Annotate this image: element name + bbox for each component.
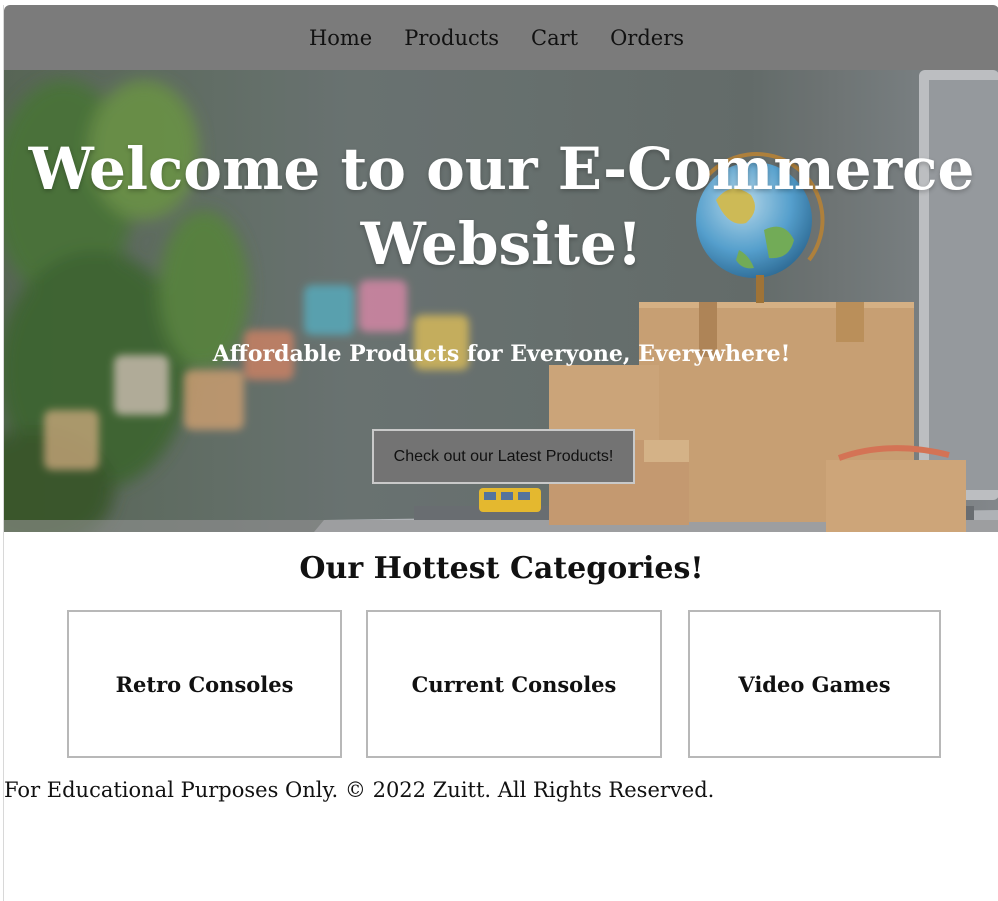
page: Home Products Cart Orders Welcome to our… (3, 5, 998, 901)
top-navbar: Home Products Cart Orders (4, 5, 998, 70)
categories-heading: Our Hottest Categories! (299, 551, 704, 586)
hero-subtitle: Affordable Products for Everyone, Everyw… (212, 341, 791, 367)
nav-link-orders[interactable]: Orders (610, 26, 684, 50)
nav-link-cart[interactable]: Cart (531, 26, 578, 50)
category-label: Current Consoles (411, 671, 617, 697)
nav-link-home[interactable]: Home (309, 26, 372, 50)
latest-products-button[interactable]: Check out our Latest Products! (372, 429, 635, 484)
category-card-current-consoles[interactable]: Current Consoles (366, 610, 662, 758)
hero-banner: Welcome to our E-Commerce Website! Affor… (4, 70, 998, 532)
category-card-video-games[interactable]: Video Games (688, 610, 941, 758)
category-label: Video Games (738, 671, 891, 697)
footer-copyright: For Educational Purposes Only. © 2022 Zu… (4, 778, 715, 802)
category-card-retro-consoles[interactable]: Retro Consoles (67, 610, 342, 758)
nav-link-products[interactable]: Products (404, 26, 499, 50)
category-label: Retro Consoles (115, 671, 294, 697)
hero-title: Welcome to our E-Commerce Website! (28, 135, 975, 278)
